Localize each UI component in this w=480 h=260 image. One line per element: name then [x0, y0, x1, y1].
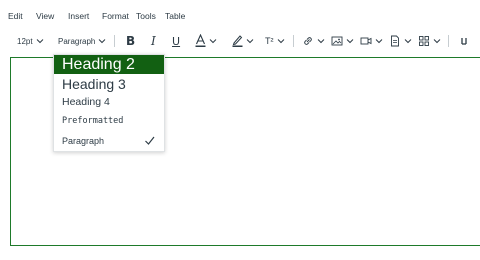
media-icon [360, 37, 372, 45]
bold-icon: B [126, 34, 136, 48]
dropdown-option-label: Paragraph [62, 136, 105, 146]
menu-format[interactable]: Format [102, 11, 129, 21]
menu-edit[interactable]: Edit [8, 11, 23, 21]
menu-table[interactable]: Table [165, 11, 185, 21]
menu-bar: Edit View Insert Format Tools Table [0, 0, 480, 34]
block-format-value: Paragraph [58, 36, 96, 46]
chevron-down-icon [317, 39, 325, 44]
document-icon [391, 35, 399, 47]
superscript-button[interactable]: T² [265, 34, 285, 48]
document-button[interactable] [389, 34, 412, 48]
highlighter-icon [232, 35, 243, 47]
superscript-icon: T² [265, 36, 274, 46]
media-button[interactable] [360, 34, 383, 48]
image-button[interactable] [331, 34, 354, 48]
equation-icon [461, 38, 467, 45]
toolbar-divider [114, 35, 115, 47]
font-size-value: 12pt [17, 36, 33, 46]
chevron-down-icon [433, 39, 441, 44]
menu-view[interactable]: View [36, 11, 54, 21]
chevron-down-icon [99, 39, 106, 44]
bold-button[interactable]: B [126, 34, 135, 48]
italic-icon: I [151, 34, 156, 48]
underline-icon: U [172, 34, 181, 48]
dropdown-option-heading-3[interactable]: Heading 3 [54, 75, 164, 93]
font-size-select[interactable]: 12pt [17, 34, 44, 48]
chevron-down-icon [346, 39, 354, 44]
apps-icon [419, 36, 429, 46]
block-format-dropdown: Heading 2 Heading 3 Heading 4 Preformatt… [53, 54, 165, 152]
link-button[interactable] [302, 34, 325, 48]
dropdown-option-heading-2[interactable]: Heading 2 [54, 55, 164, 74]
text-color-icon [195, 34, 206, 47]
toolbar-divider [293, 35, 294, 47]
chevron-down-icon [375, 39, 383, 44]
dropdown-option-paragraph[interactable]: Paragraph [54, 132, 164, 150]
menu-tools[interactable]: Tools [136, 11, 156, 21]
apps-button[interactable] [418, 34, 441, 48]
image-icon [331, 36, 343, 46]
text-color-button[interactable] [195, 34, 217, 48]
link-icon [304, 37, 312, 45]
menu-insert[interactable]: Insert [68, 11, 89, 21]
chevron-down-icon [36, 39, 43, 44]
dropdown-option-heading-4[interactable]: Heading 4 [54, 94, 164, 110]
chevron-down-icon [246, 39, 254, 44]
chevron-down-icon [209, 39, 217, 44]
underline-button[interactable]: U [172, 34, 180, 48]
chevron-down-icon [404, 39, 412, 44]
dropdown-option-preformatted[interactable]: Preformatted [54, 113, 164, 129]
block-format-select[interactable]: Paragraph [58, 34, 106, 48]
highlight-color-button[interactable] [232, 34, 254, 48]
math-equation-button[interactable] [460, 34, 470, 48]
toolbar: 12pt Paragraph B I U T² [0, 34, 480, 50]
toolbar-divider [448, 35, 449, 47]
checkmark-icon [145, 136, 155, 145]
chevron-down-icon [277, 39, 284, 44]
italic-button[interactable]: I [151, 34, 156, 48]
